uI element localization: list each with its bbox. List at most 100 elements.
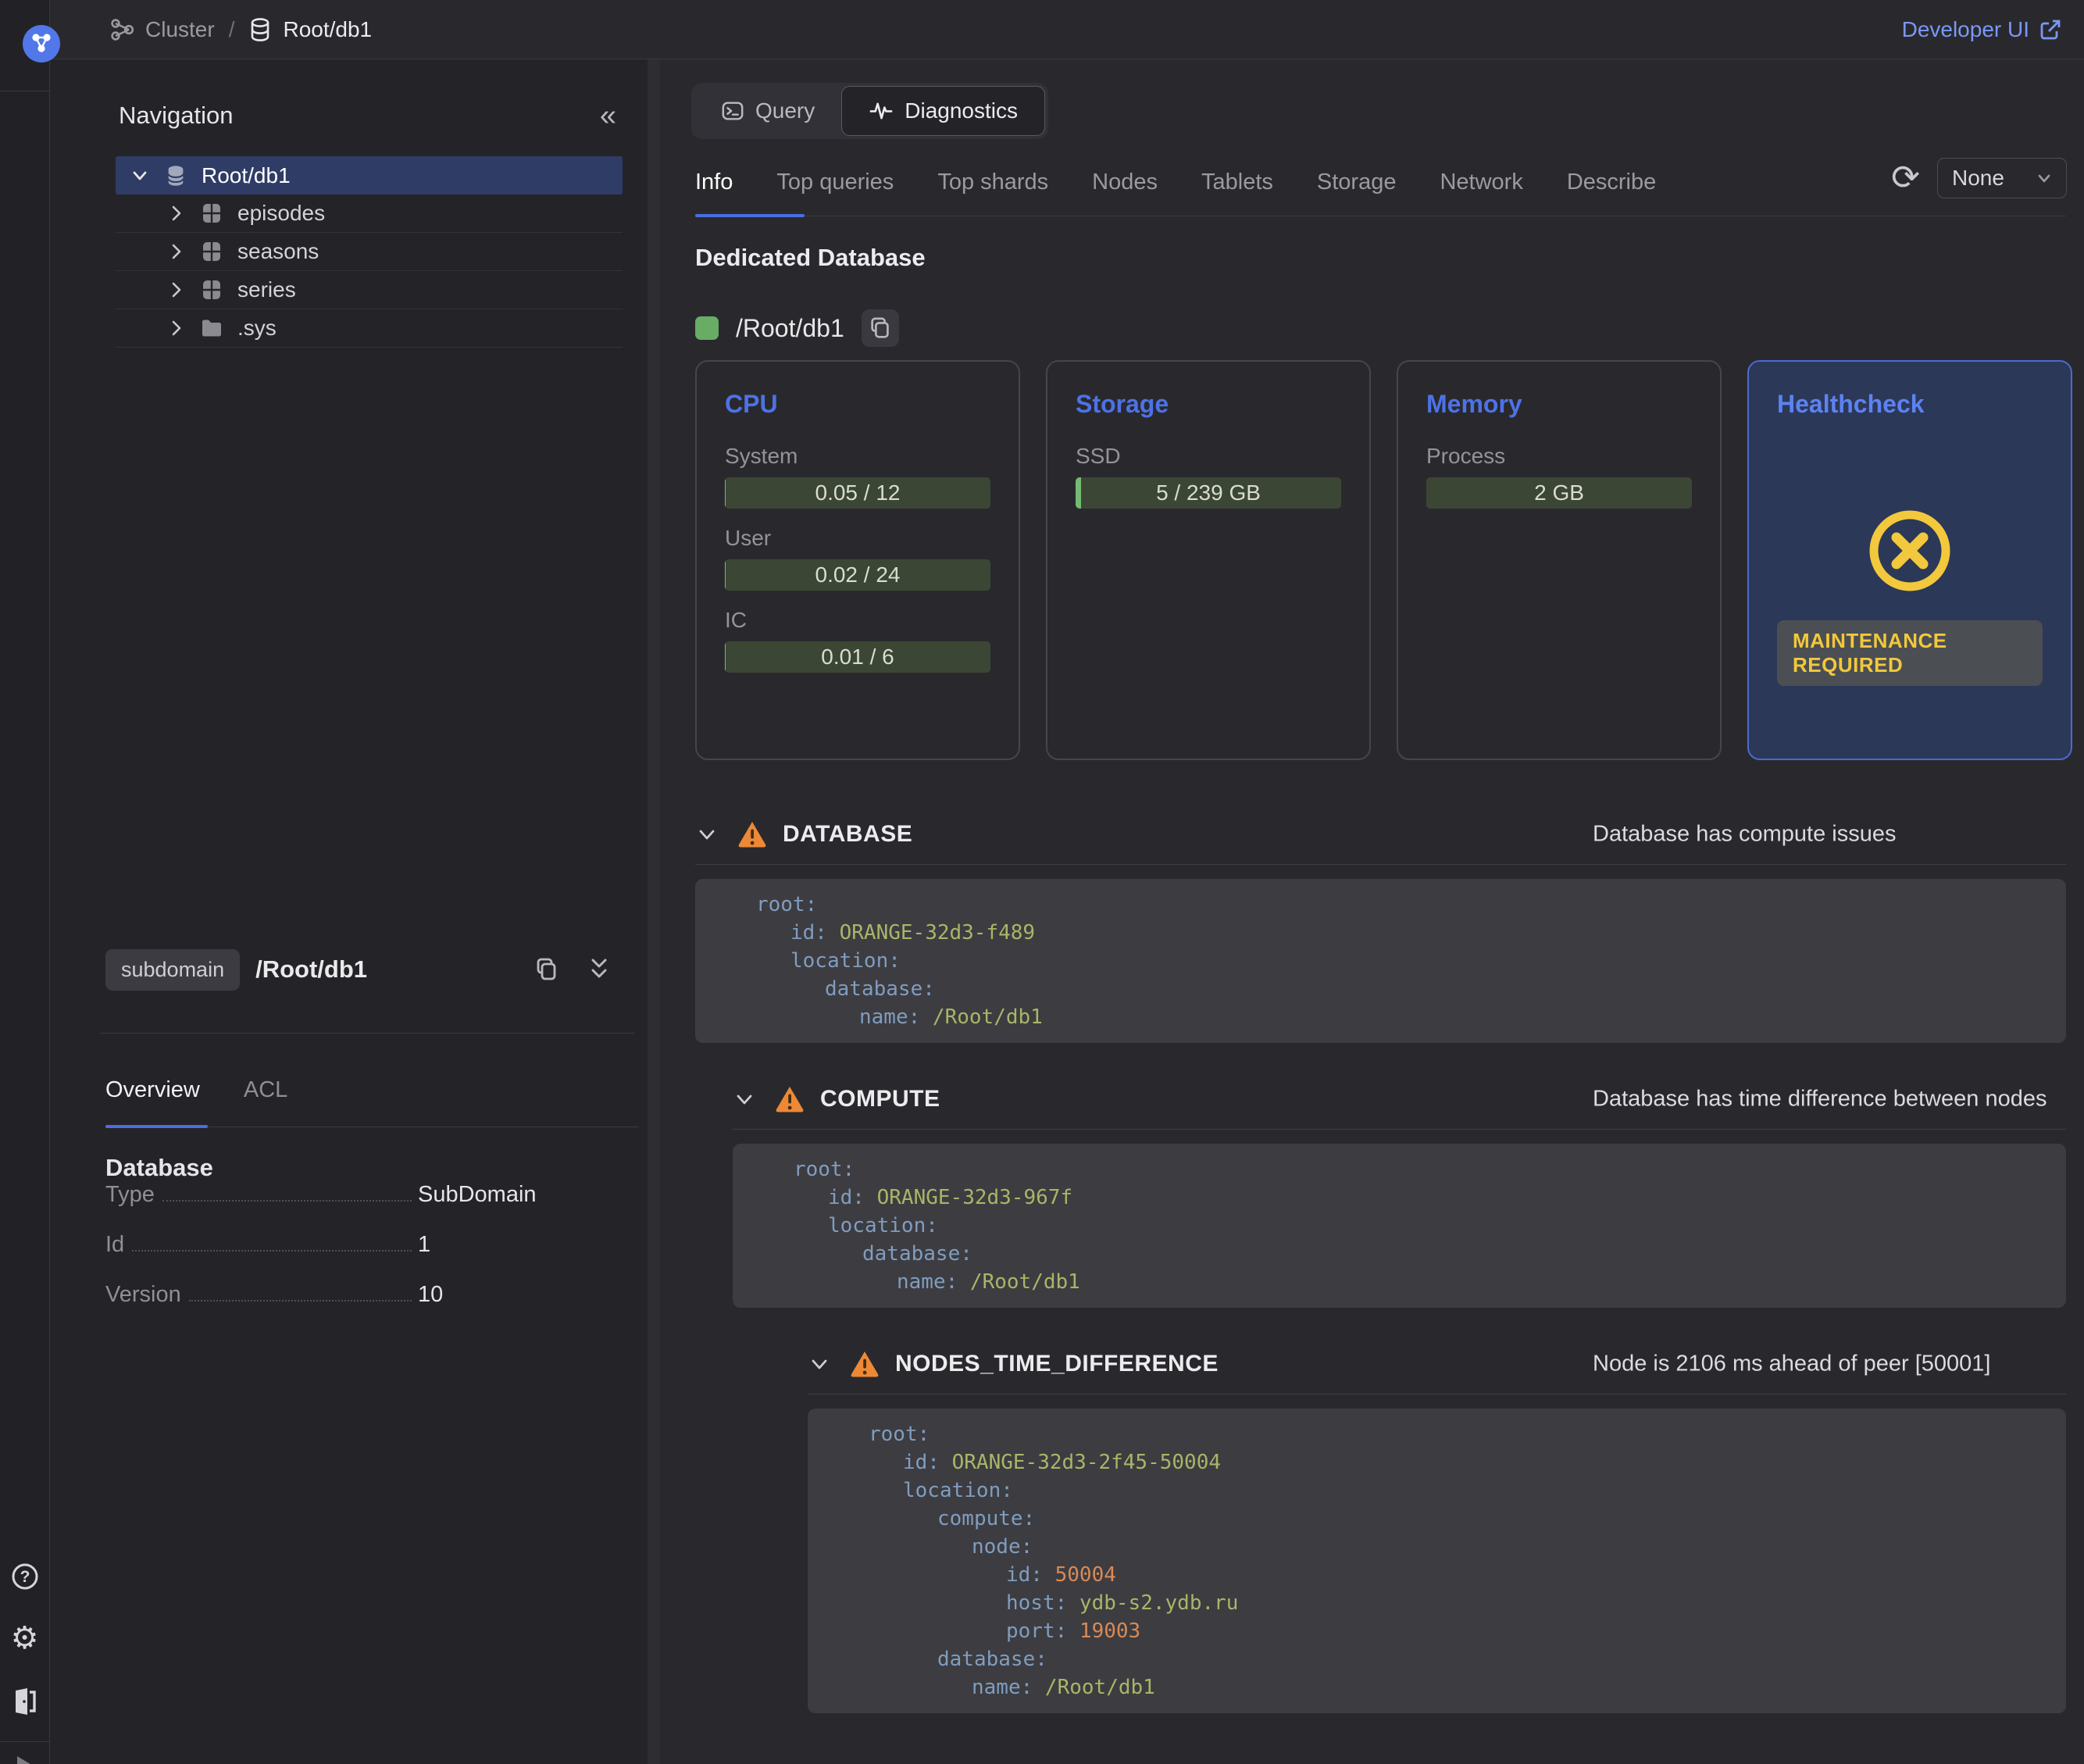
issue-header[interactable]: COMPUTE Database has time difference bet… bbox=[733, 1074, 2066, 1124]
issue-header[interactable]: DATABASE Database has compute issues bbox=[695, 809, 2066, 859]
tab-storage[interactable]: Storage bbox=[1317, 163, 1397, 216]
navigation-header: Navigation « bbox=[119, 94, 616, 137]
metric-cards: CPU System 0.05 / 12 User 0.02 / 24 bbox=[695, 360, 2072, 760]
dotted-leader bbox=[132, 1250, 412, 1252]
healthcheck-card[interactable]: Healthcheck MAINTENANCE REQUIRED bbox=[1747, 360, 2072, 760]
collapse-summary-button[interactable] bbox=[587, 956, 612, 983]
top-header: Cluster / Root/db1 Developer UI bbox=[50, 0, 2084, 59]
tree-item-episodes[interactable]: episodes bbox=[116, 195, 623, 233]
breadcrumb-cluster-link[interactable]: Cluster bbox=[145, 17, 215, 42]
collapse-panel-icon[interactable]: « bbox=[600, 101, 616, 130]
refresh-controls: ⟳ None bbox=[1891, 158, 2067, 198]
refresh-button[interactable]: ⟳ bbox=[1891, 161, 1920, 195]
autorefresh-select[interactable]: None bbox=[1937, 158, 2067, 198]
logout-button[interactable] bbox=[8, 1684, 42, 1719]
healthcheck-card-title: Healthcheck bbox=[1777, 390, 2043, 419]
code-line: compute: bbox=[869, 1505, 2047, 1533]
field-value: SubDomain bbox=[418, 1182, 537, 1208]
external-link-icon bbox=[2039, 18, 2062, 41]
issue-message: Database has time difference between nod… bbox=[1593, 1087, 2047, 1112]
breadcrumb-entity[interactable]: Root/db1 bbox=[283, 17, 372, 42]
summary-tabs: Overview ACL bbox=[105, 1077, 639, 1127]
progress-bar: 5 / 239 GB bbox=[1076, 477, 1341, 509]
progress-value: 2 GB bbox=[1426, 477, 1692, 509]
query-view-button[interactable]: Query bbox=[694, 86, 841, 136]
chevron-right-icon[interactable] bbox=[167, 242, 186, 261]
ydb-logo[interactable] bbox=[23, 25, 60, 62]
chevron-down-icon[interactable] bbox=[808, 1352, 831, 1376]
tree-item-root[interactable]: Root/db1 bbox=[116, 156, 623, 195]
developer-ui-link[interactable]: Developer UI bbox=[1902, 17, 2062, 42]
settings-button[interactable]: ⚙ bbox=[8, 1621, 42, 1655]
tab-top-queries[interactable]: Top queries bbox=[776, 163, 894, 216]
cpu-card-title: CPU bbox=[725, 390, 990, 419]
cluster-logo-icon bbox=[29, 31, 54, 56]
code-line: name: /Root/db1 bbox=[794, 1268, 2047, 1296]
tree-item-label: .sys bbox=[237, 316, 277, 341]
database-status-row: /Root/db1 bbox=[695, 309, 899, 347]
table-icon bbox=[198, 277, 225, 303]
breadcrumb-separator: / bbox=[229, 17, 235, 42]
tab-top-shards[interactable]: Top shards bbox=[937, 163, 1048, 216]
copy-database-path-button[interactable] bbox=[862, 309, 899, 347]
help-button[interactable]: ? bbox=[8, 1559, 42, 1594]
storage-metric-ssd: SSD 5 / 239 GB bbox=[1076, 444, 1341, 509]
chevron-down-icon[interactable] bbox=[695, 823, 719, 846]
code-line: name: /Root/db1 bbox=[869, 1673, 2047, 1702]
database-status-indicator bbox=[695, 316, 719, 340]
pulse-icon bbox=[869, 98, 894, 123]
healthcheck-issues: DATABASE Database has compute issues roo… bbox=[695, 778, 2066, 1713]
tree-item-series[interactable]: series bbox=[116, 271, 623, 309]
code-line: location: bbox=[869, 1477, 2047, 1505]
progress-value: 5 / 239 GB bbox=[1076, 477, 1341, 509]
app-rail: ? ⚙ bbox=[0, 0, 50, 1764]
terminal-icon bbox=[721, 99, 744, 123]
tab-network[interactable]: Network bbox=[1440, 163, 1522, 216]
tab-describe[interactable]: Describe bbox=[1567, 163, 1656, 216]
tab-nodes[interactable]: Nodes bbox=[1092, 163, 1158, 216]
issue-compute: COMPUTE Database has time difference bet… bbox=[733, 1074, 2066, 1308]
issue-header[interactable]: NODES_TIME_DIFFERENCE Node is 2106 ms ah… bbox=[808, 1339, 2066, 1389]
question-icon: ? bbox=[9, 1561, 41, 1592]
table-icon bbox=[198, 200, 225, 227]
chevron-right-icon[interactable] bbox=[167, 280, 186, 299]
error-circle-icon bbox=[1864, 505, 1956, 597]
code-line: host: ydb-s2.ydb.ru bbox=[869, 1589, 2047, 1617]
tab-tablets[interactable]: Tablets bbox=[1201, 163, 1273, 216]
warning-icon bbox=[850, 1349, 880, 1379]
chevron-right-icon[interactable] bbox=[167, 204, 186, 223]
object-type-badge: subdomain bbox=[105, 949, 240, 991]
tab-acl[interactable]: ACL bbox=[244, 1077, 287, 1127]
diagnostics-view-button[interactable]: Diagnostics bbox=[841, 86, 1045, 136]
panel-resizer[interactable] bbox=[648, 59, 660, 1764]
progress-value: 0.02 / 24 bbox=[725, 559, 990, 591]
chevron-right-icon[interactable] bbox=[167, 319, 186, 337]
object-summary-header: subdomain /Root/db1 bbox=[105, 947, 635, 992]
gear-icon: ⚙ bbox=[11, 1623, 39, 1654]
chevron-down-icon[interactable] bbox=[733, 1087, 756, 1111]
play-expand-icon bbox=[16, 1755, 34, 1764]
field-label: Type bbox=[105, 1182, 155, 1208]
field-label: Version bbox=[105, 1282, 181, 1308]
expand-panel-button[interactable] bbox=[8, 1748, 42, 1764]
progress-value: 0.01 / 6 bbox=[725, 641, 990, 673]
tab-overview[interactable]: Overview bbox=[105, 1077, 200, 1127]
copy-path-button[interactable] bbox=[533, 956, 560, 983]
chevron-down-icon[interactable] bbox=[130, 166, 150, 186]
tab-info[interactable]: Info bbox=[695, 163, 733, 216]
diagnostics-tabbar: Info Top queries Top shards Nodes Tablet… bbox=[695, 163, 2066, 216]
issue-title: COMPUTE bbox=[820, 1086, 940, 1112]
memory-card[interactable]: Memory Process 2 GB bbox=[1397, 360, 1722, 760]
cpu-card[interactable]: CPU System 0.05 / 12 User 0.02 / 24 bbox=[695, 360, 1020, 760]
tree-item-sys[interactable]: .sys bbox=[116, 309, 623, 348]
tree-item-seasons[interactable]: seasons bbox=[116, 233, 623, 271]
issue-details-code: root:id: ORANGE-32d3-967flocation:databa… bbox=[733, 1144, 2066, 1308]
memory-metric-process: Process 2 GB bbox=[1426, 444, 1692, 509]
code-line: database: bbox=[869, 1645, 2047, 1673]
warning-icon bbox=[737, 820, 767, 849]
issue-message: Database has compute issues bbox=[1593, 822, 1897, 848]
main-content: Query Diagnostics Info Top queries Top s… bbox=[660, 59, 2084, 1764]
storage-card[interactable]: Storage SSD 5 / 239 GB bbox=[1046, 360, 1371, 760]
cluster-icon bbox=[109, 17, 134, 42]
memory-card-title: Memory bbox=[1426, 390, 1692, 419]
